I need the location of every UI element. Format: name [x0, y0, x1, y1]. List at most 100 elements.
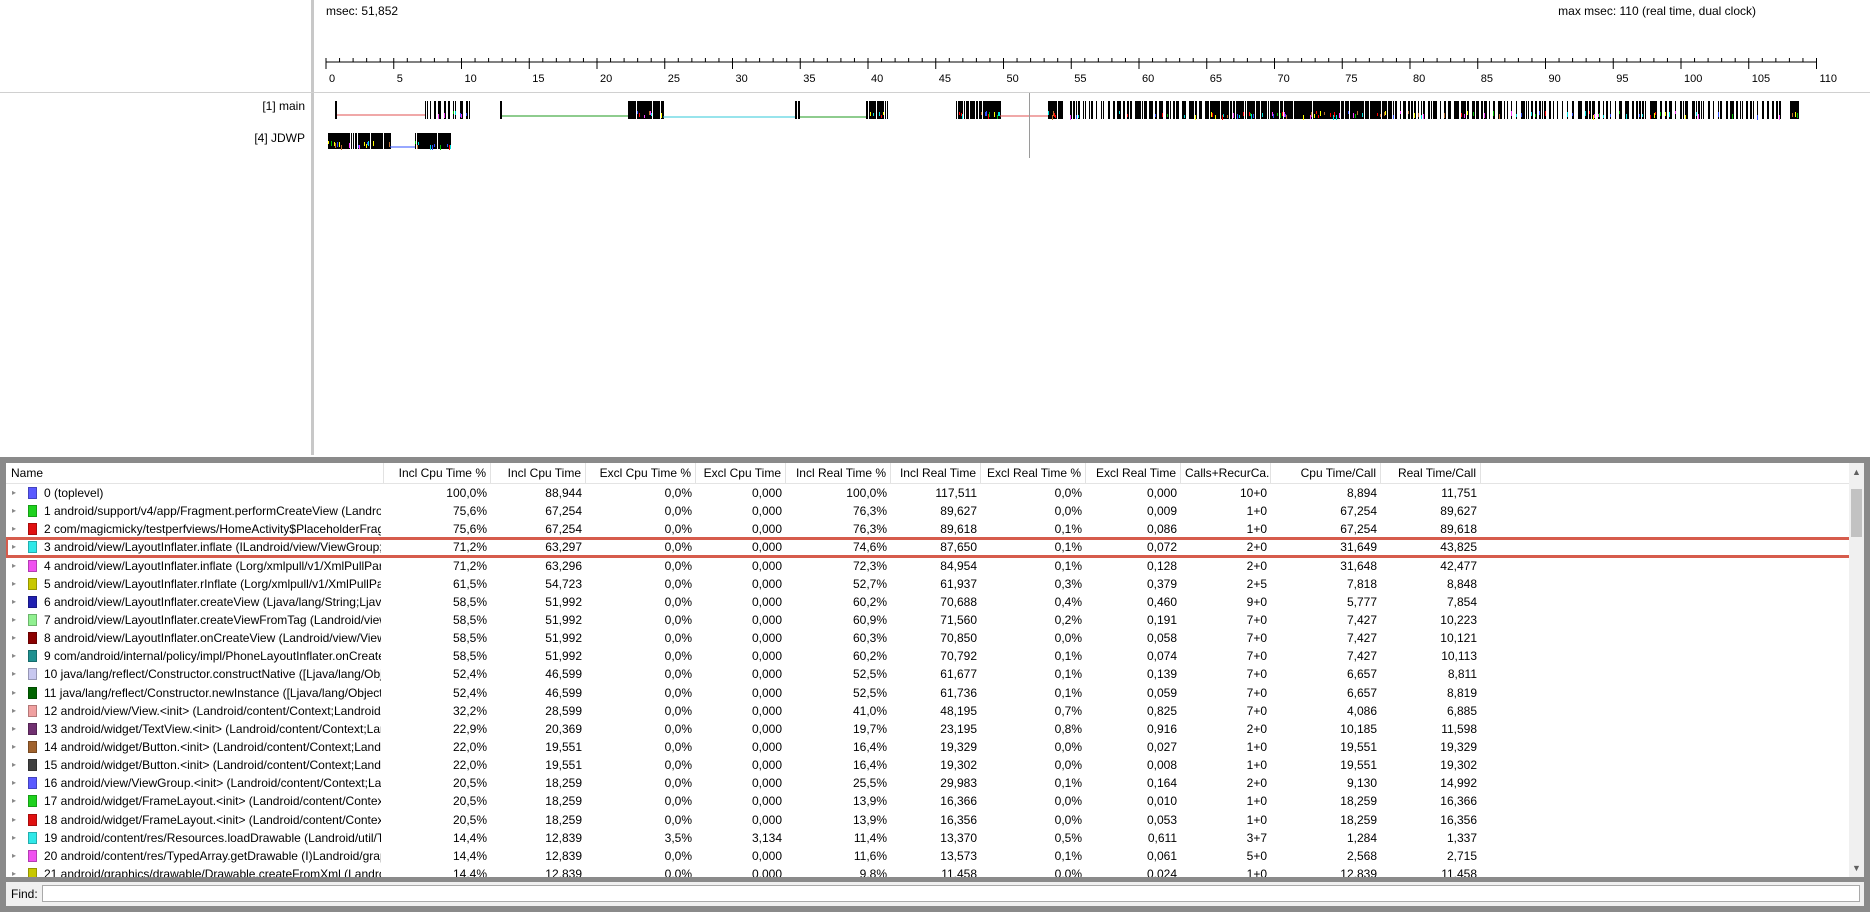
expand-arrow-icon[interactable]: ▸ — [12, 702, 16, 720]
expand-arrow-icon[interactable]: ▸ — [12, 557, 16, 575]
column-header-2[interactable]: Incl Cpu Time — [491, 463, 586, 483]
column-header-0[interactable]: Name — [6, 463, 384, 483]
value-cell: 7+0 — [1246, 703, 1267, 718]
table-row[interactable]: ▸ 6 android/view/LayoutInflater.createVie… — [6, 593, 1851, 611]
find-input[interactable] — [42, 885, 1860, 902]
main-thread-slice — [991, 101, 992, 119]
table-row[interactable]: ▸ 11 java/lang/reflect/Constructor.newIns… — [6, 684, 1851, 702]
value-cell: 0,0% — [664, 594, 692, 609]
table-row[interactable]: ▸ 16 android/view/ViewGroup.<init> (Landr… — [6, 774, 1851, 792]
main-thread-slice — [656, 101, 658, 119]
table-row[interactable]: ▸ 15 android/widget/Button.<init> (Landro… — [6, 756, 1851, 774]
vertical-scrollbar[interactable]: ▲ ▼ — [1849, 463, 1864, 877]
table-row[interactable]: ▸ 8 android/view/LayoutInflater.onCreateV… — [6, 629, 1851, 647]
jdwp-thread-slice — [378, 133, 379, 149]
table-row[interactable]: ▸ 13 android/widget/TextView.<init> (Land… — [6, 720, 1851, 738]
table-row[interactable]: ▸ 2 com/magicmicky/testperfviews/HomeActi… — [6, 520, 1851, 538]
value-cell: 0,0% — [1054, 486, 1082, 500]
expand-arrow-icon[interactable]: ▸ — [12, 738, 16, 756]
expand-arrow-icon[interactable]: ▸ — [12, 829, 16, 847]
expand-arrow-icon[interactable]: ▸ — [12, 811, 16, 829]
table-row[interactable]: ▸ 7 android/view/LayoutInflater.createVie… — [6, 611, 1851, 629]
table-row[interactable]: ▸ 4 android/view/LayoutInflater.inflate (… — [6, 557, 1851, 575]
expand-arrow-icon[interactable]: ▸ — [12, 629, 16, 647]
column-header-9[interactable]: Calls+RecurCa... — [1181, 463, 1271, 483]
scroll-down-arrow-icon[interactable]: ▼ — [1849, 861, 1864, 875]
table-row[interactable]: ▸ 10 java/lang/reflect/Constructor.constr… — [6, 665, 1851, 683]
value-cell: 0,1% — [1054, 649, 1082, 664]
expand-arrow-icon[interactable]: ▸ — [12, 847, 16, 865]
main-thread-slice — [1049, 101, 1051, 119]
table-row[interactable]: ▸ 17 android/widget/FrameLayout.<init> (L… — [6, 792, 1851, 810]
value-cell: 60,2% — [852, 594, 887, 609]
jdwp-thread-slice — [422, 133, 423, 149]
expand-arrow-icon[interactable]: ▸ — [12, 484, 16, 502]
main-thread-slice — [1767, 101, 1769, 119]
column-header-11[interactable]: Real Time/Call — [1381, 463, 1481, 483]
value-cell: 1+0 — [1246, 522, 1267, 537]
main-thread-slice — [1166, 101, 1167, 119]
expand-arrow-icon[interactable]: ▸ — [12, 774, 16, 792]
expand-arrow-icon[interactable]: ▸ — [12, 538, 16, 556]
expand-arrow-icon[interactable]: ▸ — [12, 502, 16, 520]
table-row[interactable]: ▸ 14 android/widget/Button.<init> (Landro… — [6, 738, 1851, 756]
table-row[interactable]: ▸ 9 com/android/internal/policy/impl/Phon… — [6, 647, 1851, 665]
main-thread-slice — [1259, 101, 1260, 119]
expand-arrow-icon[interactable]: ▸ — [12, 593, 16, 611]
timeline-panel[interactable]: msec: 51,852 max msec: 110 (real time, d… — [0, 0, 1870, 455]
expand-arrow-icon[interactable]: ▸ — [12, 720, 16, 738]
expand-arrow-icon[interactable]: ▸ — [12, 647, 16, 665]
column-header-4[interactable]: Excl Cpu Time — [696, 463, 786, 483]
table-row[interactable]: ▸ 12 android/view/View.<init> (Landroid/c… — [6, 702, 1851, 720]
column-header-7[interactable]: Excl Real Time % — [981, 463, 1086, 483]
table-row[interactable]: ▸ 19 android/content/res/Resources.loadDr… — [6, 829, 1851, 847]
value-cell: 0,1% — [1054, 776, 1082, 791]
table-row[interactable]: ▸ 5 android/view/LayoutInflater.rInflate … — [6, 575, 1851, 593]
expand-arrow-icon[interactable]: ▸ — [12, 520, 16, 538]
thread-activity-canvas[interactable] — [0, 92, 1870, 162]
value-cell: 52,4% — [452, 685, 487, 700]
expand-arrow-icon[interactable]: ▸ — [12, 792, 16, 810]
expand-arrow-icon[interactable]: ▸ — [12, 611, 16, 629]
main-thread-slice — [1207, 101, 1209, 119]
ruler-label: 80 — [1413, 73, 1425, 85]
value-cell: 11,6% — [853, 848, 887, 863]
value-cell: 14,4% — [452, 866, 487, 877]
table-row[interactable]: ▸ 3 android/view/LayoutInflater.inflate (… — [6, 537, 1852, 558]
column-header-8[interactable]: Excl Real Time — [1086, 463, 1181, 483]
value-cell: 0,128 — [1146, 558, 1177, 573]
jdwp-thread-slice — [329, 133, 330, 149]
value-cell: 58,5% — [452, 631, 487, 646]
scroll-up-arrow-icon[interactable]: ▲ — [1849, 465, 1864, 479]
value-cell: 0,074 — [1146, 649, 1177, 664]
expand-arrow-icon[interactable]: ▸ — [12, 684, 16, 702]
main-thread-slice — [981, 101, 982, 119]
profile-table[interactable]: Name Incl Cpu Time % Incl Cpu Time Excl Cpu… — [6, 463, 1864, 877]
column-header-6[interactable]: Incl Real Time — [891, 463, 981, 483]
main-thread-slice — [425, 101, 426, 119]
column-header-10[interactable]: Cpu Time/Call — [1271, 463, 1381, 483]
expand-arrow-icon[interactable]: ▸ — [12, 665, 16, 683]
column-header-5[interactable]: Incl Real Time % — [786, 463, 891, 483]
expand-arrow-icon[interactable]: ▸ — [12, 756, 16, 774]
value-cell: 20,5% — [452, 812, 487, 827]
value-cell: 0,0% — [664, 522, 692, 537]
scroll-thumb[interactable] — [1851, 489, 1862, 537]
jdwp-thread-slice — [425, 133, 426, 149]
time-ruler[interactable]: 0 5 10 15 20 25 30 35 40 45 50 55 60 65 70 75 80 85 90 95 10… — [0, 56, 1870, 90]
main-thread-slice — [1302, 101, 1303, 119]
column-header-1[interactable]: Incl Cpu Time % — [384, 463, 491, 483]
table-row[interactable]: ▸ 20 android/content/res/TypedArray.getDr… — [6, 847, 1851, 865]
table-row[interactable]: ▸ 1 android/support/v4/app/Fragment.perfo… — [6, 502, 1851, 520]
table-row[interactable]: ▸ 18 android/widget/FrameLayout.<init> (L… — [6, 811, 1851, 829]
column-header-3[interactable]: Excl Cpu Time % — [586, 463, 696, 483]
main-thread-slice — [1386, 101, 1387, 119]
table-row[interactable]: ▸ 21 android/graphics/drawable/Drawable.c… — [6, 865, 1851, 877]
expand-arrow-icon[interactable]: ▸ — [12, 575, 16, 593]
table-row[interactable]: ▸ 0 (toplevel) 100,0% 88,944 0,0% 0,000 100,0%… — [6, 484, 1851, 502]
expand-arrow-icon[interactable]: ▸ — [12, 865, 16, 877]
value-cell: 87,650 — [940, 540, 977, 555]
value-cell: 0,916 — [1146, 721, 1177, 736]
main-thread-slice — [1262, 113, 1263, 117]
time-cursor[interactable] — [1028, 93, 1030, 158]
